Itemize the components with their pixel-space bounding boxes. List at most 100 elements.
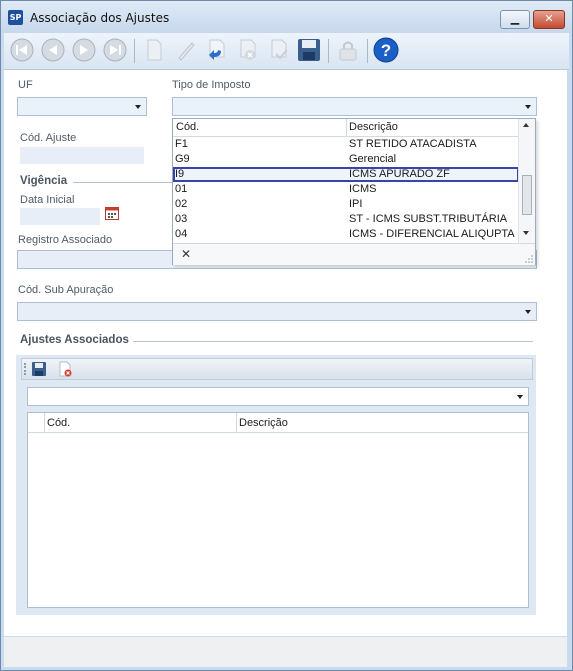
dropdown-option-selected[interactable]: I9 ICMS APURADO ZF	[173, 167, 519, 182]
vigencia-group-title: Vigência	[20, 175, 68, 187]
dropdown-column-cod: Cód.	[176, 121, 200, 133]
minimize-button[interactable]: ▁	[500, 10, 530, 29]
tipo-imposto-dropdown: Cód. Descrição F1 ST RETIDO ATACADISTA G…	[172, 118, 536, 265]
toolbar-grip	[24, 363, 28, 375]
clear-selection-icon[interactable]: ✕	[181, 247, 191, 261]
uf-label: UF	[18, 79, 33, 91]
dropdown-option[interactable]: 04 ICMS - DIFERENCIAL ALIQUPTA	[173, 227, 519, 242]
new-button[interactable]	[141, 37, 167, 63]
panel-delete-button[interactable]	[57, 361, 73, 377]
option-description: ICMS	[349, 183, 377, 195]
column-divider[interactable]	[236, 413, 237, 432]
cod-sub-apuracao-select[interactable]	[17, 302, 537, 321]
option-code: I9	[175, 168, 185, 180]
group-divider	[133, 341, 533, 342]
chevron-down-icon	[525, 105, 531, 109]
panel-save-button[interactable]	[31, 361, 47, 377]
data-inicial-label: Data Inicial	[20, 194, 75, 206]
new-document-icon	[147, 39, 162, 61]
dropdown-scrollbar[interactable]	[518, 119, 535, 243]
delete-button[interactable]	[235, 37, 261, 63]
minimize-icon: ▁	[510, 12, 520, 25]
calendar-icon	[105, 207, 119, 220]
next-record-icon	[72, 38, 96, 62]
resize-grip-icon[interactable]	[525, 255, 533, 263]
option-code: 04	[175, 228, 188, 240]
toolbar-separator	[367, 39, 368, 63]
chevron-down-icon	[525, 310, 531, 314]
save-icon	[32, 362, 46, 376]
previous-record-button[interactable]	[40, 37, 66, 63]
group-divider	[73, 182, 173, 183]
toolbar-separator	[328, 39, 329, 63]
option-code: F1	[175, 138, 188, 150]
next-record-button[interactable]	[71, 37, 97, 63]
uf-select[interactable]	[17, 97, 147, 116]
edit-icon	[178, 42, 195, 61]
delete-icon	[240, 39, 256, 60]
status-bar	[4, 637, 567, 667]
option-description: ICMS APURADO ZF	[349, 168, 450, 180]
first-record-icon	[10, 38, 34, 62]
lock-button[interactable]	[335, 37, 361, 63]
last-record-button[interactable]	[102, 37, 128, 63]
ajustes-grid: Cód. Descrição	[27, 412, 529, 608]
svg-text:?: ?	[381, 41, 391, 60]
dropdown-column-descricao: Descrição	[349, 121, 398, 133]
dropdown-header: Cód. Descrição	[173, 119, 519, 137]
dropdown-option[interactable]: 03 ST - ICMS SUBST.TRIBUTÁRIA	[173, 212, 519, 227]
close-icon: ✕	[544, 12, 554, 25]
toolbar-separator	[134, 39, 135, 63]
cod-ajuste-field[interactable]	[20, 147, 144, 164]
column-header-descricao[interactable]: Descrição	[239, 417, 288, 429]
first-record-button[interactable]	[9, 37, 35, 63]
chevron-down-icon	[517, 395, 523, 399]
row-header-cell	[28, 413, 45, 432]
undo-button[interactable]	[204, 37, 230, 63]
calendar-button[interactable]	[105, 206, 119, 220]
confirm-button[interactable]	[266, 37, 292, 63]
lock-icon	[339, 41, 357, 61]
ajustes-associados-panel: Cód. Descrição	[16, 355, 536, 615]
save-button[interactable]	[296, 37, 322, 63]
grid-header: Cód. Descrição	[28, 413, 528, 433]
option-code: 01	[175, 183, 188, 195]
dropdown-option[interactable]: G9 Gerencial	[173, 152, 519, 167]
title-bar[interactable]: SP Associação dos Ajustes ▁ ✕	[1, 1, 572, 33]
option-code: 02	[175, 198, 188, 210]
cod-sub-apuracao-label: Cód. Sub Apuração	[18, 284, 114, 296]
tipo-imposto-label: Tipo de Imposto	[172, 79, 251, 91]
scroll-up-icon[interactable]	[523, 123, 529, 127]
column-divider	[346, 119, 347, 136]
data-inicial-field[interactable]	[20, 208, 100, 225]
chevron-down-icon	[135, 105, 141, 109]
scrollbar-thumb[interactable]	[522, 175, 532, 215]
column-header-cod[interactable]: Cód.	[47, 417, 70, 429]
dropdown-option[interactable]: 02 IPI	[173, 197, 519, 212]
scroll-down-icon[interactable]	[523, 231, 529, 235]
ajuste-select[interactable]	[27, 387, 529, 406]
cod-ajuste-label: Cód. Ajuste	[20, 132, 77, 144]
option-description: ST - ICMS SUBST.TRIBUTÁRIA	[349, 213, 508, 225]
option-description: ST RETIDO ATACADISTA	[349, 138, 477, 150]
dropdown-option[interactable]: 01 ICMS	[173, 182, 519, 197]
last-record-icon	[103, 38, 127, 62]
help-icon: ?	[373, 37, 399, 63]
close-button[interactable]: ✕	[533, 10, 565, 29]
delete-icon	[59, 361, 72, 377]
undo-icon	[209, 39, 225, 60]
panel-toolbar	[21, 358, 533, 380]
previous-record-icon	[41, 38, 65, 62]
tipo-imposto-select[interactable]	[172, 97, 537, 116]
help-button[interactable]: ?	[373, 37, 399, 63]
option-description: IPI	[349, 198, 363, 210]
window-title: Associação dos Ajustes	[30, 11, 170, 25]
main-toolbar: ?	[4, 33, 569, 70]
option-code: G9	[175, 153, 190, 165]
registro-associado-label: Registro Associado	[18, 234, 113, 246]
ajustes-associados-group-title: Ajustes Associados	[20, 334, 129, 346]
edit-button[interactable]	[173, 37, 199, 63]
dropdown-option[interactable]: F1 ST RETIDO ATACADISTA	[173, 137, 519, 152]
option-description: Gerencial	[349, 153, 397, 165]
dropdown-footer: ✕	[173, 243, 535, 265]
